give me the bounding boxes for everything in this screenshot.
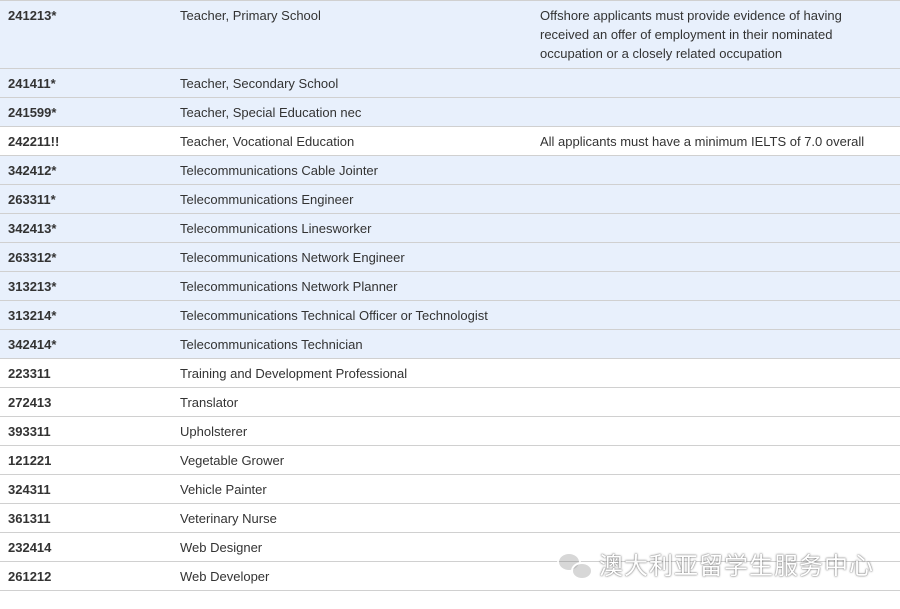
- occupation-code: 263311*: [0, 184, 180, 214]
- occupation-condition: [540, 474, 900, 504]
- occupation-code: 393311: [0, 416, 180, 446]
- occupation-condition: [540, 68, 900, 98]
- occupation-table-body: 241213* Teacher, Primary School Offshore…: [0, 0, 900, 591]
- occupation-code: 342414*: [0, 329, 180, 359]
- table-row: 342413* Telecommunications Linesworker: [0, 213, 900, 243]
- occupation-code: 263312*: [0, 242, 180, 272]
- occupation-code: 261212: [0, 561, 180, 591]
- table-row: 272413 Translator: [0, 387, 900, 417]
- occupation-condition: [540, 416, 900, 446]
- table-row: 342414* Telecommunications Technician: [0, 329, 900, 359]
- occupation-name: Teacher, Vocational Education: [180, 126, 540, 156]
- occupation-name: Telecommunications Technician: [180, 329, 540, 359]
- occupation-name: Vegetable Grower: [180, 445, 540, 475]
- occupation-name: Telecommunications Cable Jointer: [180, 155, 540, 185]
- table-row: 361311 Veterinary Nurse: [0, 503, 900, 533]
- occupation-code: 342413*: [0, 213, 180, 243]
- occupation-name: Web Designer: [180, 532, 540, 562]
- occupation-name: Telecommunications Network Engineer: [180, 242, 540, 272]
- table-row: 241599* Teacher, Special Education nec: [0, 97, 900, 127]
- table-row: 263312* Telecommunications Network Engin…: [0, 242, 900, 272]
- table-row: 242211!! Teacher, Vocational Education A…: [0, 126, 900, 156]
- occupation-code: 313214*: [0, 300, 180, 330]
- occupation-list-page: 241213* Teacher, Primary School Offshore…: [0, 0, 900, 609]
- occupation-name: Telecommunications Linesworker: [180, 213, 540, 243]
- occupation-condition: Offshore applicants must provide evidenc…: [540, 0, 900, 69]
- occupation-name: Veterinary Nurse: [180, 503, 540, 533]
- occupation-condition: [540, 184, 900, 214]
- occupation-condition: All applicants must have a minimum IELTS…: [540, 126, 900, 156]
- occupation-condition: [540, 503, 900, 533]
- occupation-name: Telecommunications Network Planner: [180, 271, 540, 301]
- occupation-code: 241213*: [0, 0, 180, 69]
- occupation-name: Teacher, Secondary School: [180, 68, 540, 98]
- occupation-condition: [540, 155, 900, 185]
- occupation-code: 324311: [0, 474, 180, 504]
- table-row: 241213* Teacher, Primary School Offshore…: [0, 0, 900, 69]
- table-row: 121221 Vegetable Grower: [0, 445, 900, 475]
- occupation-table: 241213* Teacher, Primary School Offshore…: [0, 0, 900, 591]
- occupation-code: 232414: [0, 532, 180, 562]
- occupation-code: 313213*: [0, 271, 180, 301]
- occupation-name: Translator: [180, 387, 540, 417]
- occupation-code: 223311: [0, 358, 180, 388]
- occupation-condition: [540, 242, 900, 272]
- occupation-code: 242211!!: [0, 126, 180, 156]
- occupation-condition: [540, 445, 900, 475]
- occupation-name: Upholsterer: [180, 416, 540, 446]
- table-row: 313213* Telecommunications Network Plann…: [0, 271, 900, 301]
- wechat-icon: [557, 550, 593, 580]
- occupation-name: Teacher, Primary School: [180, 0, 540, 69]
- table-row: 342412* Telecommunications Cable Jointer: [0, 155, 900, 185]
- table-row: 223311 Training and Development Professi…: [0, 358, 900, 388]
- watermark-text: 澳大利亚留学生服务中心: [599, 552, 874, 580]
- occupation-code: 121221: [0, 445, 180, 475]
- occupation-name: Teacher, Special Education nec: [180, 97, 540, 127]
- occupation-condition: [540, 329, 900, 359]
- watermark: 澳大利亚留学生服务中心: [557, 546, 874, 581]
- table-row: 241411* Teacher, Secondary School: [0, 68, 900, 98]
- occupation-condition: [540, 300, 900, 330]
- occupation-name: Training and Development Professional: [180, 358, 540, 388]
- occupation-code: 361311: [0, 503, 180, 533]
- table-row: 263311* Telecommunications Engineer: [0, 184, 900, 214]
- occupation-code: 272413: [0, 387, 180, 417]
- occupation-condition: [540, 271, 900, 301]
- table-row: 324311 Vehicle Painter: [0, 474, 900, 504]
- table-row: 313214* Telecommunications Technical Off…: [0, 300, 900, 330]
- occupation-name: Web Developer: [180, 561, 540, 591]
- occupation-name: Vehicle Painter: [180, 474, 540, 504]
- occupation-condition: [540, 358, 900, 388]
- occupation-name: Telecommunications Technical Officer or …: [180, 300, 540, 330]
- occupation-condition: [540, 387, 900, 417]
- occupation-code: 342412*: [0, 155, 180, 185]
- occupation-code: 241411*: [0, 68, 180, 98]
- table-row: 393311 Upholsterer: [0, 416, 900, 446]
- occupation-name: Telecommunications Engineer: [180, 184, 540, 214]
- occupation-code: 241599*: [0, 97, 180, 127]
- occupation-condition: [540, 213, 900, 243]
- occupation-condition: [540, 97, 900, 127]
